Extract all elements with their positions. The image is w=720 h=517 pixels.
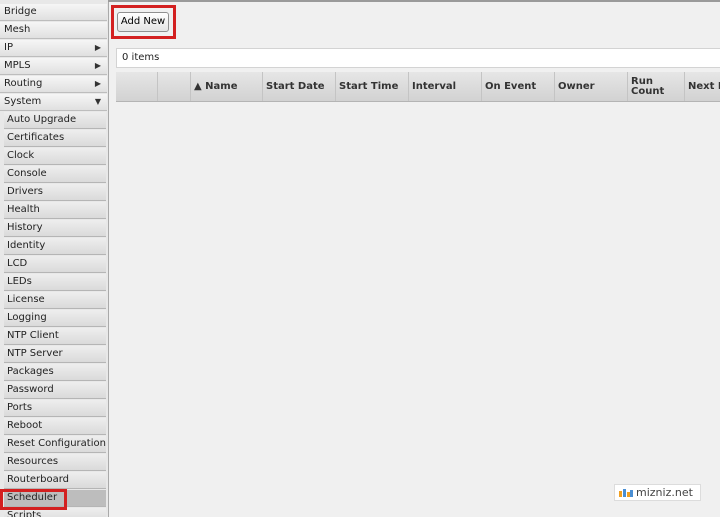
menu-item-system[interactable]: System ▼: [0, 94, 107, 111]
sidebar-item-logging[interactable]: Logging: [4, 310, 106, 327]
sidebar-item-leds[interactable]: LEDs: [4, 274, 106, 291]
sidebar-item-history[interactable]: History: [4, 220, 106, 237]
column-header-select[interactable]: [116, 72, 158, 101]
watermark-text: mizniz.net: [636, 486, 693, 499]
sidebar-item-scheduler[interactable]: Scheduler: [4, 490, 106, 507]
column-header-owner[interactable]: Owner: [555, 72, 628, 101]
menu-item-mpls[interactable]: MPLS ▶: [0, 58, 107, 75]
sidebar-item-license[interactable]: License: [4, 292, 106, 309]
expand-arrow-icon: ▶: [94, 61, 101, 70]
menu-item-mesh[interactable]: Mesh: [0, 22, 107, 39]
sidebar-item-auto-upgrade[interactable]: Auto Upgrade: [4, 112, 106, 129]
sidebar-item-ports[interactable]: Ports: [4, 400, 106, 417]
column-header-run-count[interactable]: Run Count: [628, 72, 685, 101]
column-header-name[interactable]: ▲ Name: [191, 72, 263, 101]
column-header-start-time[interactable]: Start Time: [336, 72, 409, 101]
column-header-on-event[interactable]: On Event: [482, 72, 555, 101]
menu-item-label: IP: [4, 42, 13, 53]
sidebar-item-packages[interactable]: Packages: [4, 364, 106, 381]
items-count: 0 items: [122, 52, 160, 63]
collapse-arrow-icon: ▼: [94, 97, 101, 106]
sidebar-item-reset-configuration[interactable]: Reset Configuration: [4, 436, 106, 453]
sidebar-item-ntp-server[interactable]: NTP Server: [4, 346, 106, 363]
column-header-next-run[interactable]: Next Run: [685, 72, 720, 101]
sidebar-item-clock[interactable]: Clock: [4, 148, 106, 165]
menu-item-label: Routing: [4, 78, 43, 89]
sidebar-item-health[interactable]: Health: [4, 202, 106, 219]
mizniz-logo-icon: [619, 486, 633, 501]
menu-item-label: MPLS: [4, 60, 31, 71]
top-divider: [108, 0, 720, 2]
sidebar-item-certificates[interactable]: Certificates: [4, 130, 106, 147]
sidebar: Bridge Mesh IP ▶ MPLS ▶ Routing ▶ System ▼ A…: [0, 0, 109, 517]
menu-item-bridge[interactable]: Bridge: [0, 4, 107, 21]
column-header-flags[interactable]: [158, 72, 191, 101]
sidebar-item-resources[interactable]: Resources: [4, 454, 106, 471]
sidebar-item-ntp-client[interactable]: NTP Client: [4, 328, 106, 345]
table-header: ▲ Name Start Date Start Time Interval On…: [116, 72, 720, 102]
items-count-bar: 0 items: [116, 48, 720, 68]
menu-item-ip[interactable]: IP ▶: [0, 40, 107, 57]
expand-arrow-icon: ▶: [94, 43, 101, 52]
sidebar-item-lcd[interactable]: LCD: [4, 256, 106, 273]
sidebar-item-drivers[interactable]: Drivers: [4, 184, 106, 201]
menu-item-label: System: [4, 96, 42, 107]
sidebar-item-routerboard[interactable]: Routerboard: [4, 472, 106, 489]
sidebar-item-reboot[interactable]: Reboot: [4, 418, 106, 435]
sidebar-item-scripts[interactable]: Scripts: [4, 508, 106, 517]
watermark: mizniz.net: [614, 484, 701, 501]
add-new-button[interactable]: Add New: [117, 12, 169, 32]
sidebar-item-password[interactable]: Password: [4, 382, 106, 399]
menu-item-label: Bridge: [4, 6, 37, 17]
menu-item-label: Mesh: [4, 24, 31, 35]
sidebar-item-identity[interactable]: Identity: [4, 238, 106, 255]
column-header-start-date[interactable]: Start Date: [263, 72, 336, 101]
column-header-interval[interactable]: Interval: [409, 72, 482, 101]
sidebar-item-console[interactable]: Console: [4, 166, 106, 183]
menu-item-routing[interactable]: Routing ▶: [0, 76, 107, 93]
expand-arrow-icon: ▶: [94, 79, 101, 88]
